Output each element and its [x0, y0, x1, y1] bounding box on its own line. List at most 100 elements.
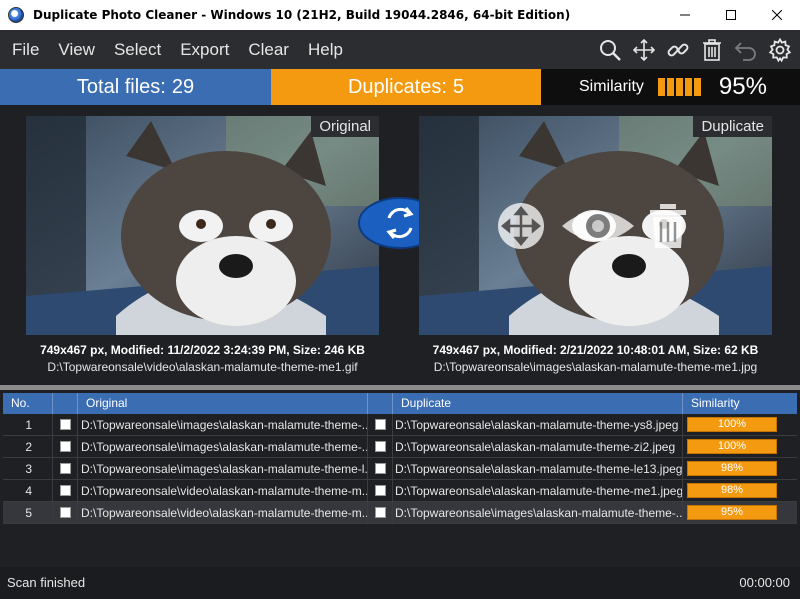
- original-path-cell: D:\Topwareonsale\video\alaskan-malamute-…: [78, 502, 368, 524]
- settings-button[interactable]: [766, 36, 794, 64]
- duplicate-path-cell: D:\Topwareonsale\alaskan-malamute-theme-…: [393, 436, 683, 458]
- link-icon: [667, 43, 689, 56]
- duplicates-value: 5: [452, 75, 465, 98]
- original-cell-check: [53, 458, 78, 480]
- duplicate-meta: 749x467 px, Modified: 2/21/2022 10:48:01…: [432, 343, 759, 357]
- row-number: 4: [3, 480, 53, 502]
- original-checkbox[interactable]: [60, 419, 71, 430]
- menu-file[interactable]: File: [12, 40, 39, 60]
- search-icon: [600, 39, 621, 61]
- status-bar: Scan finished 00:00:00: [0, 567, 800, 599]
- header-duplicate[interactable]: Duplicate: [393, 393, 683, 414]
- original-meta: 749x467 px, Modified: 11/2/2022 3:24:39 …: [40, 343, 365, 357]
- duplicate-checkbox[interactable]: [375, 419, 386, 430]
- similarity-badge: 98%: [687, 461, 777, 476]
- table-row[interactable]: 3 D:\Topwareonsale\images\alaskan-malamu…: [3, 458, 797, 480]
- table-row[interactable]: 1 D:\Topwareonsale\images\alaskan-malamu…: [3, 414, 797, 436]
- duplicate-cell-check: [368, 458, 393, 480]
- original-cell-check: [53, 414, 78, 436]
- original-image-panel[interactable]: Original: [26, 116, 379, 335]
- original-checkbox[interactable]: [60, 507, 71, 518]
- table-row[interactable]: 4 D:\Topwareonsale\video\alaskan-malamut…: [3, 480, 797, 502]
- header-original[interactable]: Original: [78, 393, 368, 414]
- menu-help[interactable]: Help: [308, 40, 343, 60]
- duplicate-cell-check: [368, 436, 393, 458]
- similarity-meter-bar: [684, 78, 692, 96]
- table-header: No. Original Duplicate Similarity: [3, 393, 797, 414]
- original-path-cell: D:\Topwareonsale\images\alaskan-malamute…: [78, 436, 368, 458]
- maximize-button[interactable]: [708, 0, 754, 30]
- original-cell-check: [53, 436, 78, 458]
- delete-button[interactable]: [698, 36, 726, 64]
- title-bar: Duplicate Photo Cleaner - Windows 10 (21…: [0, 0, 800, 30]
- similarity-meter-bar: [666, 78, 674, 96]
- similarity-cell: 98%: [683, 458, 797, 480]
- original-path: D:\Topwareonsale\video\alaskan-malamute-…: [47, 360, 358, 374]
- link-button[interactable]: [664, 36, 692, 64]
- similarity-badge: 100%: [687, 417, 777, 432]
- duplicate-cell-check: [368, 480, 393, 502]
- menu-view[interactable]: View: [58, 40, 95, 60]
- view-file-button[interactable]: [560, 202, 636, 250]
- menu-export[interactable]: Export: [180, 40, 229, 60]
- status-message: Scan finished: [7, 575, 86, 590]
- move-file-button[interactable]: [497, 202, 545, 250]
- close-icon: [772, 10, 782, 20]
- duplicates-label: Duplicates:: [347, 75, 447, 98]
- duplicate-tag: Duplicate: [693, 116, 772, 137]
- delete-file-button[interactable]: [648, 202, 688, 250]
- duplicate-checkbox[interactable]: [375, 485, 386, 496]
- undo-button[interactable]: [732, 36, 760, 64]
- minimize-button[interactable]: [662, 0, 708, 30]
- menu-select[interactable]: Select: [114, 40, 161, 60]
- original-checkbox[interactable]: [60, 441, 71, 452]
- original-checkbox[interactable]: [60, 485, 71, 496]
- undo-icon: [734, 41, 756, 61]
- table-row[interactable]: 2 D:\Topwareonsale\images\alaskan-malamu…: [3, 436, 797, 458]
- menu-clear[interactable]: Clear: [248, 40, 289, 60]
- duplicate-checkbox[interactable]: [375, 463, 386, 474]
- similarity-panel: Similarity 95%: [541, 69, 800, 105]
- original-cell-check: [53, 480, 78, 502]
- total-files-panel: Total files: 29: [0, 69, 271, 105]
- window-title: Duplicate Photo Cleaner - Windows 10 (21…: [33, 8, 571, 22]
- splitter-handle[interactable]: [0, 385, 800, 390]
- move-button[interactable]: [630, 36, 658, 64]
- total-files-label: Total files:: [76, 75, 166, 98]
- similarity-value: 95%: [718, 73, 767, 100]
- original-checkbox[interactable]: [60, 463, 71, 474]
- similarity-cell: 98%: [683, 480, 797, 502]
- close-button[interactable]: [754, 0, 800, 30]
- row-number: 3: [3, 458, 53, 480]
- original-tag: Original: [311, 116, 379, 137]
- similarity-meter-bar: [657, 78, 665, 96]
- header-original-label: Original: [86, 396, 128, 410]
- original-cell-check: [53, 502, 78, 524]
- table-row-selected[interactable]: 5 D:\Topwareonsale\video\alaskan-malamut…: [3, 502, 797, 524]
- duplicate-path-cell: D:\Topwareonsale\alaskan-malamute-theme-…: [393, 458, 683, 480]
- header-no-label: No.: [11, 396, 30, 410]
- header-original-check[interactable]: [53, 393, 78, 414]
- header-duplicate-check[interactable]: [368, 393, 393, 414]
- duplicate-path: D:\Topwareonsale\images\alaskan-malamute…: [433, 360, 758, 374]
- elapsed-time: 00:00:00: [739, 575, 790, 590]
- trash-icon: [703, 38, 721, 61]
- stats-bar: Total files: 29 Duplicates: 5 Similarity…: [0, 69, 800, 105]
- header-similarity[interactable]: Similarity: [683, 393, 797, 414]
- similarity-meter: [657, 78, 701, 96]
- total-files-value: 29: [171, 75, 195, 98]
- duplicate-checkbox[interactable]: [375, 507, 386, 518]
- similarity-cell: 95%: [683, 502, 797, 524]
- header-duplicate-label: Duplicate: [401, 396, 452, 410]
- app-logo-icon: [8, 7, 24, 23]
- toolbar: [596, 30, 794, 69]
- similarity-badge: 100%: [687, 439, 777, 454]
- row-number: 1: [3, 414, 53, 436]
- duplicate-cell-check: [368, 502, 393, 524]
- duplicate-checkbox[interactable]: [375, 441, 386, 452]
- duplicates-panel: Duplicates: 5: [271, 69, 541, 105]
- search-button[interactable]: [596, 36, 624, 64]
- original-path-cell: D:\Topwareonsale\images\alaskan-malamute…: [78, 414, 368, 436]
- header-no[interactable]: No.: [3, 393, 53, 414]
- similarity-label: Similarity: [579, 78, 644, 95]
